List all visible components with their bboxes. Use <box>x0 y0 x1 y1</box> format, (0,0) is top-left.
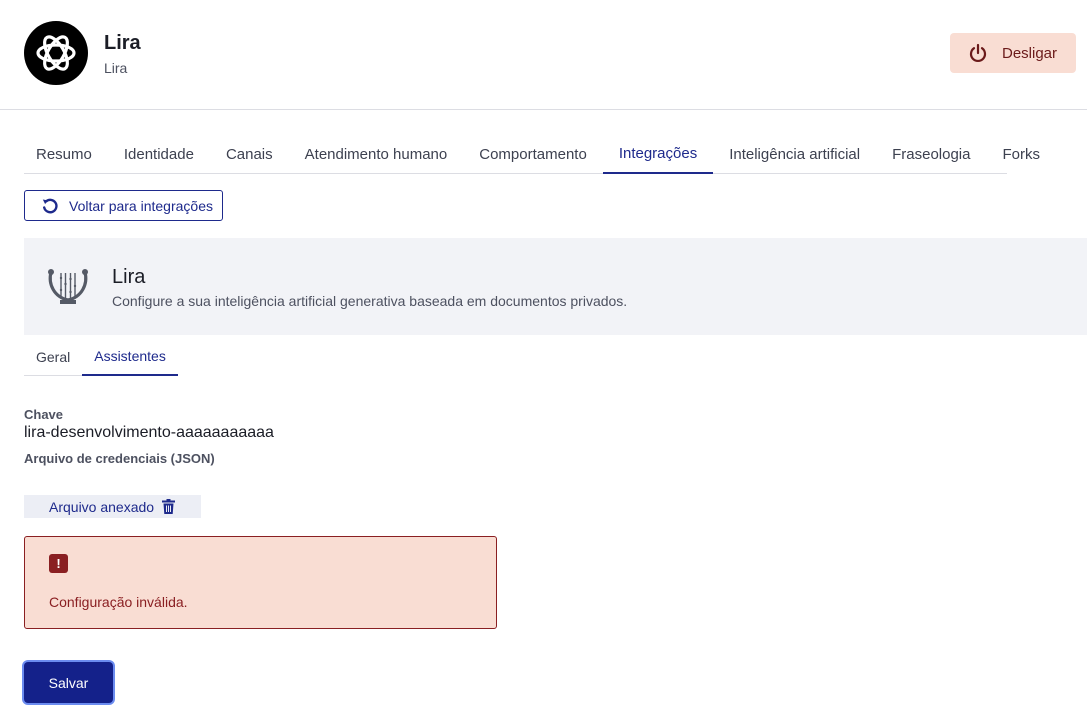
power-off-label: Desligar <box>1002 44 1058 62</box>
tab-fraseologia[interactable]: Fraseologia <box>876 134 986 174</box>
key-label: Chave <box>24 407 64 422</box>
openai-logo-icon <box>36 35 76 71</box>
back-to-integrations-button[interactable]: Voltar para integrações <box>24 190 223 221</box>
bot-subtitle: Lira <box>104 60 128 76</box>
attached-file-label: Arquivo anexado <box>49 498 155 515</box>
avatar <box>24 21 88 85</box>
main-tabs: Resumo Identidade Canais Atendimento hum… <box>24 134 1040 174</box>
lyre-icon <box>46 264 90 313</box>
integration-card: Lira Configure a sua inteligência artifi… <box>24 238 1087 335</box>
integration-subtabs: Geral Assistentes <box>24 338 178 376</box>
power-icon <box>969 43 987 62</box>
undo-icon <box>42 198 58 213</box>
bot-title: Lira <box>104 32 141 54</box>
tab-atendimento-humano[interactable]: Atendimento humano <box>289 134 464 174</box>
tab-identidade[interactable]: Identidade <box>108 134 210 174</box>
error-message: Configuração inválida. <box>49 594 188 610</box>
error-icon: ! <box>49 554 68 573</box>
subtab-geral[interactable]: Geral <box>24 338 82 376</box>
subtab-assistentes[interactable]: Assistentes <box>82 338 178 376</box>
tab-comportamento[interactable]: Comportamento <box>463 134 603 174</box>
error-alert: ! Configuração inválida. <box>24 536 497 629</box>
credentials-label: Arquivo de credenciais (JSON) <box>24 451 215 466</box>
attached-file-chip: Arquivo anexado <box>24 495 201 518</box>
power-off-button[interactable]: Desligar <box>950 33 1076 73</box>
integration-title: Lira <box>112 266 146 288</box>
integration-description: Configure a sua inteligência artificial … <box>112 293 628 309</box>
tab-integracoes[interactable]: Integrações <box>602 134 714 174</box>
tab-forks[interactable]: Forks <box>987 134 1057 174</box>
key-value: lira-desenvolvimento-aaaaaaaaaaa <box>24 424 274 441</box>
back-button-label: Voltar para integrações <box>69 197 213 214</box>
save-button[interactable]: Salvar <box>24 662 113 703</box>
tab-canais[interactable]: Canais <box>210 134 289 174</box>
app-header: Lira Lira Desligar <box>0 0 1087 110</box>
trash-icon[interactable] <box>162 499 176 514</box>
tab-inteligencia-artificial[interactable]: Inteligência artificial <box>713 134 876 174</box>
tab-resumo[interactable]: Resumo <box>24 134 108 174</box>
